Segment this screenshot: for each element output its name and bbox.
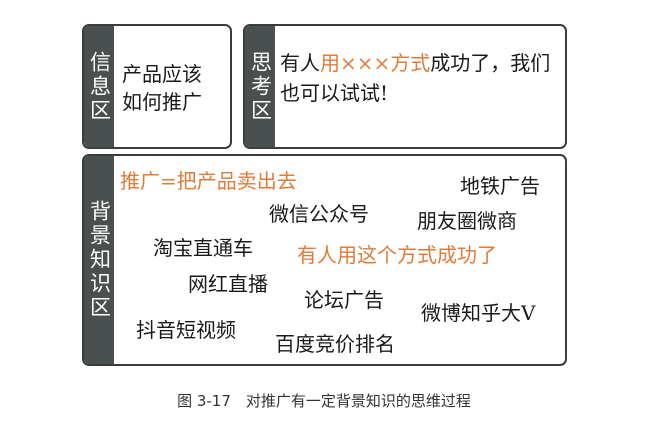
knowledge-item-promotion-definition: 推广=把产品卖出去 <box>120 169 297 193</box>
think-box: 思考区 有人用×××方式成功了，我们也可以试试! <box>243 24 567 149</box>
think-prefix: 有人 <box>280 51 320 75</box>
knowledge-item-subway-ads: 地铁广告 <box>460 174 540 198</box>
background-tab: 背景知识区 <box>84 156 114 364</box>
info-text-line1: 产品应该 <box>122 62 202 86</box>
info-tab-label: 信息区 <box>87 50 112 123</box>
background-tab-label: 背景知识区 <box>87 200 112 320</box>
info-text: 产品应该 如何推广 <box>122 60 227 116</box>
background-box: 背景知识区 推广=把产品卖出去 地铁广告 微信公众号 朋友圈微商 淘宝直通车 有… <box>82 154 567 366</box>
knowledge-item-influencer-live: 网红直播 <box>188 272 268 296</box>
think-tab: 思考区 <box>245 26 275 147</box>
info-text-line2: 如何推广 <box>122 90 202 114</box>
think-tab-label: 思考区 <box>248 50 273 123</box>
knowledge-item-taobao-express: 淘宝直通车 <box>153 236 253 260</box>
info-box: 信息区 产品应该 如何推广 <box>82 24 232 149</box>
knowledge-item-forum-ads: 论坛广告 <box>304 288 384 312</box>
knowledge-item-weibo-zhihu: 微博知乎大V <box>421 301 536 325</box>
knowledge-item-someone-succeeded: 有人用这个方式成功了 <box>297 243 497 267</box>
figure-caption: 图 3-17 对推广有一定背景知识的思维过程 <box>177 392 471 410</box>
think-highlight: 用×××方式 <box>320 51 431 75</box>
info-tab: 信息区 <box>84 26 114 147</box>
knowledge-item-douyin-videos: 抖音短视频 <box>136 318 236 342</box>
knowledge-item-wechat-official: 微信公众号 <box>269 202 369 226</box>
knowledge-item-baidu-ranking: 百度竞价排名 <box>275 332 395 356</box>
think-text: 有人用×××方式成功了，我们也可以试试! <box>280 48 562 108</box>
knowledge-item-moments-merchants: 朋友圈微商 <box>417 209 517 233</box>
